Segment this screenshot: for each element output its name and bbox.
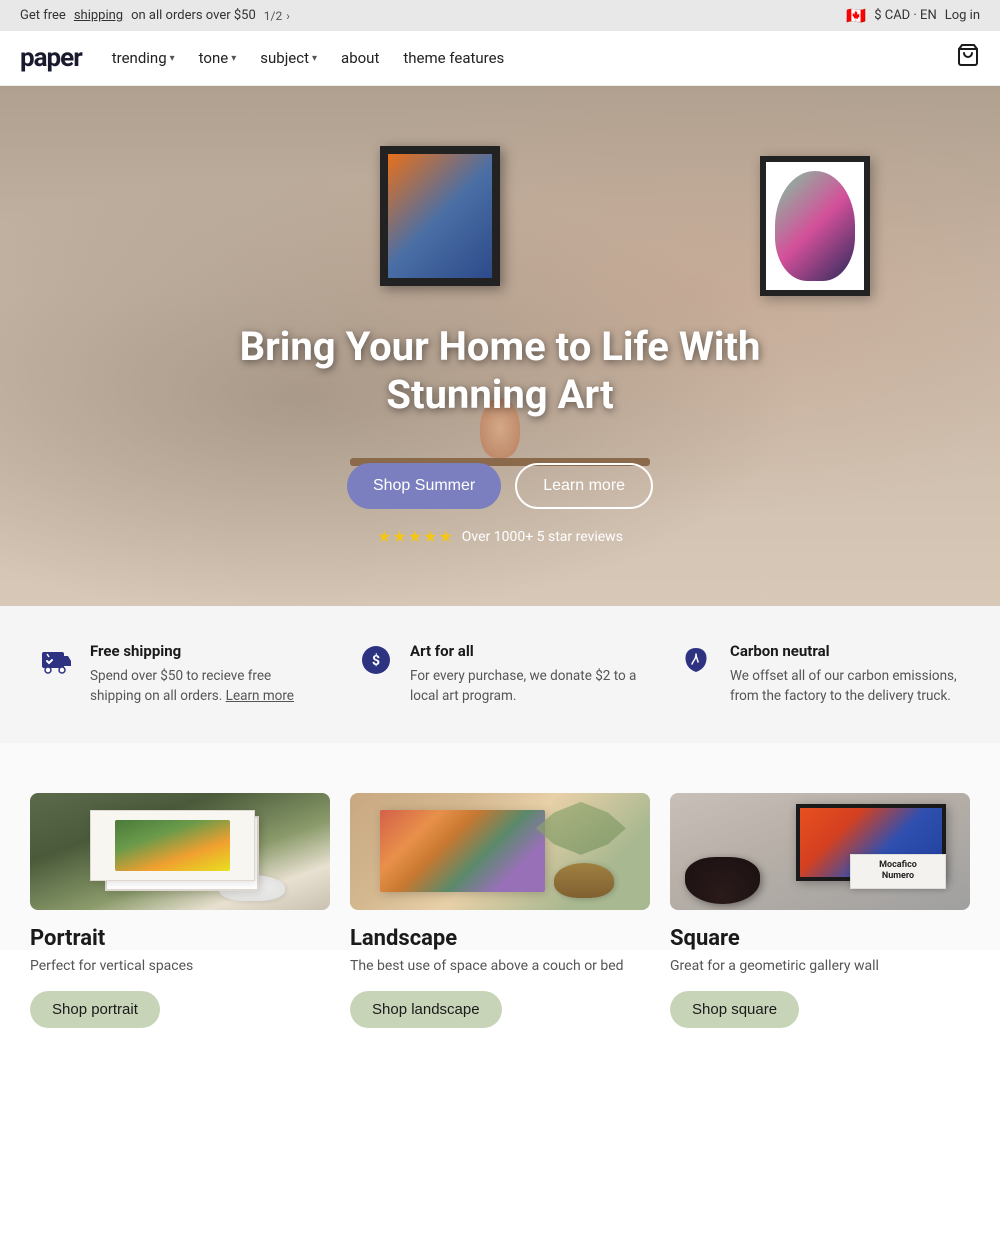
- announcement-bar: Get free shipping on all orders over $50…: [0, 0, 1000, 31]
- portrait-art-frame: [90, 810, 255, 881]
- portrait-art-content: [115, 820, 229, 871]
- announcement-text: Get free shipping on all orders over $50…: [20, 8, 290, 23]
- feature-free-shipping: Free shipping Spend over $50 to recieve …: [40, 642, 320, 707]
- announcement-prefix: Get free: [20, 8, 66, 23]
- nav-item-subject[interactable]: subject ▾: [260, 49, 317, 67]
- shop-landscape-button[interactable]: Shop landscape: [350, 991, 502, 1028]
- product-desc-landscape: The best use of space above a couch or b…: [350, 957, 650, 977]
- product-desc-square: Great for a geometiric gallery wall: [670, 957, 970, 977]
- feature-shipping-content: Free shipping Spend over $50 to recieve …: [90, 642, 320, 707]
- chevron-right-icon: ›: [286, 9, 290, 23]
- star-rating: ★★★★★: [377, 527, 454, 546]
- main-nav: trending ▾ tone ▾ subject ▾ about theme …: [112, 49, 926, 67]
- chevron-down-icon: ▾: [170, 53, 175, 64]
- chevron-down-icon: ▾: [231, 53, 236, 64]
- product-card-landscape: Landscape The best use of space above a …: [350, 793, 650, 911]
- carbon-neutral-icon: [680, 642, 716, 707]
- hero-headline: Bring Your Home to Life With Stunning Ar…: [240, 323, 761, 443]
- hero-buttons: Shop Summer Learn more: [347, 463, 653, 509]
- login-link[interactable]: Log in: [945, 8, 980, 23]
- flag-icon: 🇨🇦: [846, 6, 866, 25]
- learn-more-button[interactable]: Learn more: [515, 463, 653, 509]
- hero-art-frame-2: [760, 156, 870, 296]
- landscape-vase: [554, 863, 614, 898]
- header: paper trending ▾ tone ▾ subject ▾ about …: [0, 31, 1000, 86]
- product-image-portrait: [30, 793, 330, 911]
- hero-art-frame-1: [380, 146, 500, 286]
- shipping-icon: [40, 642, 76, 707]
- chevron-down-icon: ▾: [312, 53, 317, 64]
- feature-art-for-all: $ Art for all For every purchase, we don…: [360, 642, 640, 707]
- nav-item-trending[interactable]: trending ▾: [112, 49, 175, 67]
- landscape-art-geometric: [380, 810, 545, 892]
- product-card-square: Mocafico Numero Square Great for a geome…: [670, 793, 970, 911]
- feature-art-content: Art for all For every purchase, we donat…: [410, 642, 640, 707]
- nav-item-tone[interactable]: tone ▾: [199, 49, 237, 67]
- product-title-portrait: Portrait: [30, 926, 330, 951]
- hero-art-inner: [775, 171, 855, 281]
- hero-section: Bring Your Home to Life With Stunning Ar…: [0, 86, 1000, 606]
- feature-shipping-link[interactable]: Learn more: [226, 688, 294, 704]
- cart-button[interactable]: [956, 43, 980, 73]
- product-image-landscape: [350, 793, 650, 911]
- products-section: Portrait Perfect for vertical spaces Sho…: [0, 743, 1000, 951]
- product-title-square: Square: [670, 926, 970, 951]
- art-for-all-icon: $: [360, 642, 396, 707]
- hero-reviews: ★★★★★ Over 1000+ 5 star reviews: [377, 527, 623, 546]
- announcement-suffix: on all orders over $50: [131, 8, 256, 23]
- nav-item-about[interactable]: about: [341, 49, 379, 67]
- shop-portrait-button[interactable]: Shop portrait: [30, 991, 160, 1028]
- square-black-vase: [685, 857, 760, 904]
- announcement-pagination[interactable]: 1/2 ›: [264, 9, 290, 23]
- product-desc-portrait: Perfect for vertical spaces: [30, 957, 330, 977]
- features-strip: Free shipping Spend over $50 to recieve …: [0, 606, 1000, 743]
- product-image-square: Mocafico Numero: [670, 793, 970, 911]
- square-book: Mocafico Numero: [850, 854, 946, 889]
- product-card-portrait: Portrait Perfect for vertical spaces Sho…: [30, 793, 330, 911]
- feature-carbon-content: Carbon neutral We offset all of our carb…: [730, 642, 960, 707]
- reviews-text: Over 1000+ 5 star reviews: [462, 529, 623, 545]
- logo[interactable]: paper: [20, 43, 82, 73]
- nav-item-theme-features[interactable]: theme features: [403, 49, 504, 67]
- shop-summer-button[interactable]: Shop Summer: [347, 463, 501, 509]
- shop-square-button[interactable]: Shop square: [670, 991, 799, 1028]
- shipping-link[interactable]: shipping: [74, 8, 123, 23]
- announcement-right: 🇨🇦 $ CAD · EN Log in: [846, 6, 980, 25]
- product-title-landscape: Landscape: [350, 926, 650, 951]
- svg-text:$: $: [372, 652, 380, 669]
- currency-selector[interactable]: $ CAD · EN: [874, 8, 937, 23]
- products-grid: Portrait Perfect for vertical spaces Sho…: [30, 793, 970, 911]
- landscape-leaves: [536, 802, 626, 855]
- feature-carbon-neutral: Carbon neutral We offset all of our carb…: [680, 642, 960, 707]
